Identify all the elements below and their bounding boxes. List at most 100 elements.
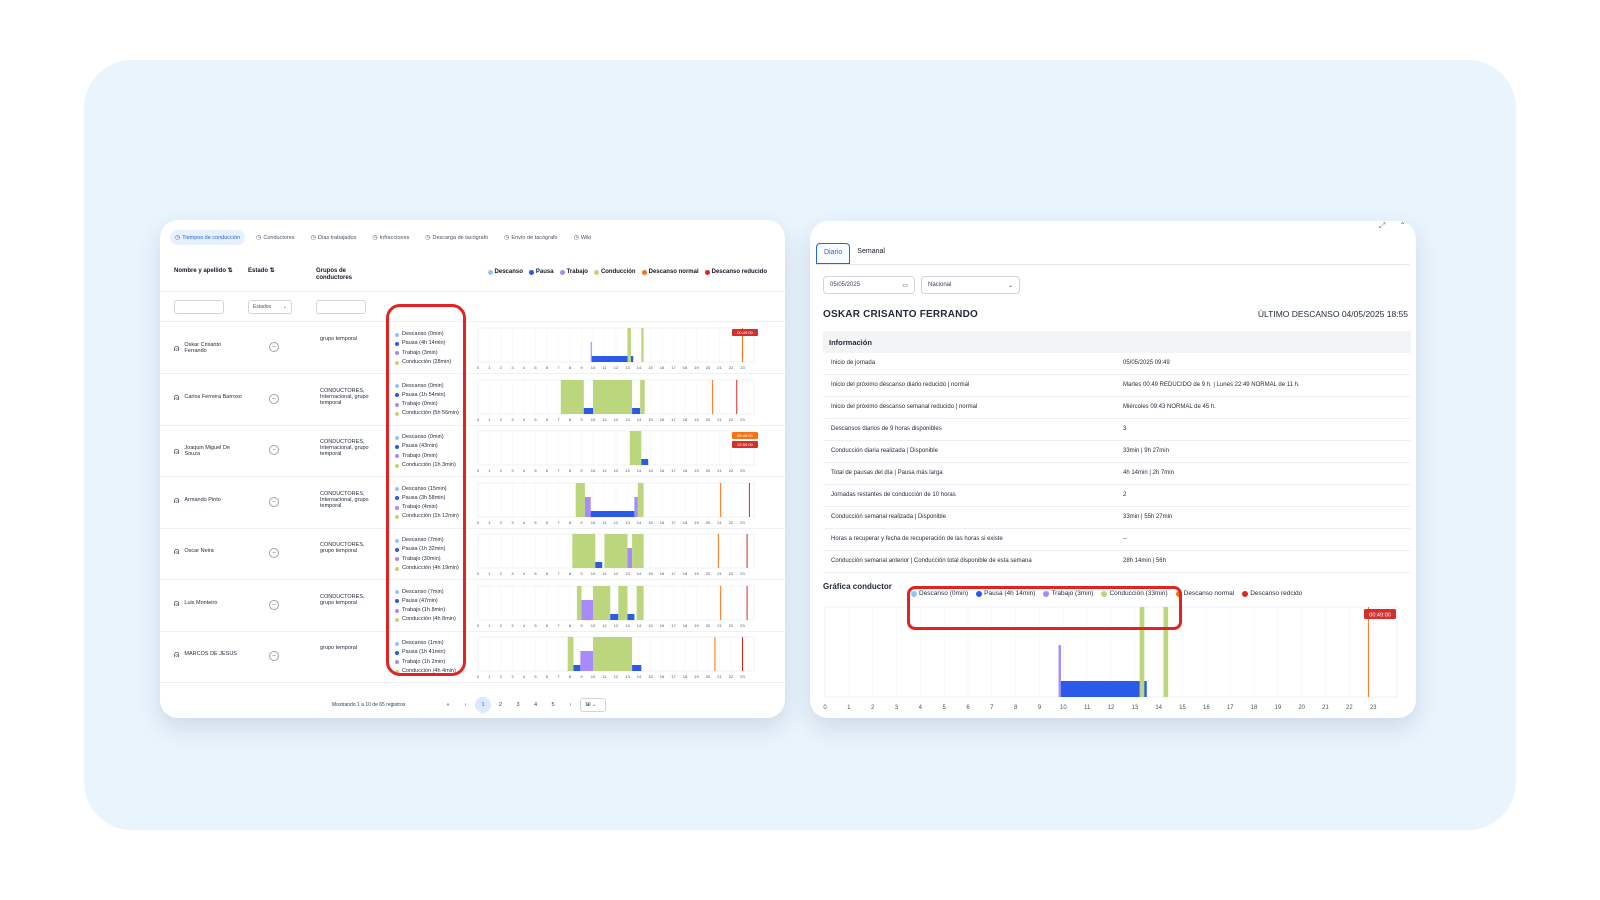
page-button[interactable]: ›	[563, 697, 579, 713]
hour-tick-label: 6	[966, 705, 970, 711]
info-key: Total de pausas del día | Pausa más larg…	[831, 470, 943, 476]
hour-tick-label: 14	[637, 417, 642, 422]
hour-tick-label: 10	[591, 365, 596, 370]
driver-cell: ⍝ Oscar Neira	[174, 546, 244, 556]
page-button[interactable]: 4	[528, 697, 544, 713]
activity-bar-pausa	[632, 665, 642, 671]
hour-tick-label: 16	[660, 468, 665, 473]
info-key: Descansos diarios de 9 horas disponibles	[831, 426, 942, 432]
table-row[interactable]: ⍝ Oscar Neira – CONDUCTORES, grupo temporal…	[160, 528, 785, 580]
tab-semanal[interactable]: Semanal	[850, 243, 892, 264]
hour-tick-label: 2	[500, 365, 503, 370]
activity-bar-pausa	[591, 356, 634, 362]
legend-item-descanso-normal: Descanso normal	[641, 269, 699, 275]
mini-activity-chart: 0 1 2 3 4 5 6 7 8 9 10 11 12 13 14 15 16 17 18 19 20 21 22 2306…	[477, 430, 758, 473]
table-row[interactable]: ⍝ Carlos Ferreira Barroso – CONDUCTORES, In…	[160, 374, 785, 426]
tab-wiki[interactable]: ◷ Wiki	[569, 230, 597, 245]
info-row: Conducción semanal anterior | Conducción…	[823, 551, 1411, 573]
hour-tick-label: 7	[557, 520, 560, 525]
table-row[interactable]: ⍝ Oskar Crisanto Ferrando – grupo temporal D…	[160, 322, 785, 374]
hour-tick-label: 11	[602, 571, 607, 576]
hour-tick-label: 10	[591, 571, 596, 576]
hour-tick-label: 3	[511, 365, 514, 370]
page-size-select[interactable]: 10 ⌄	[580, 698, 606, 712]
table-row[interactable]: ⍝ Joaquin Miguel De Souza – CONDUCTORES, In…	[160, 425, 785, 477]
legend-dot	[559, 269, 565, 275]
legend-label: Pausa	[535, 269, 554, 275]
hour-tick-label: 17	[671, 520, 676, 525]
hour-tick-label: 5	[534, 571, 537, 576]
activity-bar-conduccion	[636, 585, 644, 620]
hour-tick-label: 20	[1298, 705, 1305, 711]
activity-bar-pausa	[641, 459, 649, 465]
legend-item-pausa: Pausa	[528, 269, 554, 275]
page-button[interactable]: 3	[510, 697, 526, 713]
expand-icon[interactable]: ⤢	[1379, 221, 1385, 231]
info-row: Inicio del próximo descanso semanal redu…	[823, 397, 1411, 419]
hour-tick-label: 8	[569, 571, 572, 576]
page-button[interactable]: ‹	[458, 697, 474, 713]
hour-tick-label: 6	[546, 417, 549, 422]
col-name-header[interactable]: Nombre y apellido ⇅	[174, 268, 233, 275]
col-estado-header[interactable]: Estado ⇅	[248, 268, 275, 275]
hour-tick-label: 19	[694, 365, 699, 370]
info-row: Jornadas restantes de conducción de 10 h…	[823, 485, 1411, 507]
date-field[interactable]: 05/05/2025 ▭	[823, 276, 915, 294]
activity-bar-trabajo	[627, 548, 633, 568]
info-value: 2	[1123, 492, 1127, 498]
legend-dot	[641, 269, 647, 275]
tab-infracciones[interactable]: ◷ Infracciones	[367, 230, 414, 245]
table-row[interactable]: ⍝ Armando Pinto – CONDUCTORES, Internaciona…	[160, 477, 785, 529]
legend-dot	[487, 269, 493, 275]
table-row[interactable]: ⍝ Luis Monteiro – CONDUCTORES, grupo tempor…	[160, 580, 785, 632]
activity-bar-trabajo	[584, 496, 591, 517]
hour-tick-label: 19	[694, 571, 699, 576]
hour-tick-label: 8	[569, 417, 572, 422]
page-button[interactable]: 2	[493, 697, 509, 713]
activity-bar-conduccion	[572, 534, 596, 568]
hour-tick-label: 9	[580, 365, 583, 370]
hour-tick-label: 23	[1370, 705, 1377, 711]
hour-tick-label: 8	[569, 520, 572, 525]
tab-tiempos-de-conduccion[interactable]: ◷ Tiempos de conducción	[170, 230, 246, 245]
tab-conductores[interactable]: ◷ Conductores	[251, 230, 299, 245]
page-size-value: 10	[585, 702, 591, 708]
legend-item-conduccion: Conducción	[593, 269, 636, 275]
tab-dias-trabajados[interactable]: ◷ Días trabajados	[306, 230, 362, 245]
tab-envio-de-tacografo[interactable]: ◷ Envío de tacógrafo	[499, 230, 562, 245]
page-button[interactable]: «	[440, 697, 456, 713]
collapse-icon[interactable]: ⌃	[1399, 221, 1406, 231]
hour-tick-label: 6	[546, 674, 549, 679]
hour-tick-label: 7	[990, 705, 994, 711]
info-row: Descansos diarios de 9 horas disponibles…	[823, 419, 1411, 441]
estado-filter-select[interactable]: Estados ⌄	[248, 300, 292, 314]
hour-tick-label: 4	[523, 468, 526, 473]
hour-tick-label: 20	[706, 623, 711, 628]
hour-tick-label: 23	[740, 571, 745, 576]
hour-tick-label: 5	[534, 417, 537, 422]
legend-highlight-box	[907, 586, 1182, 630]
activity-bar-trabajo	[634, 496, 638, 517]
hour-tick-label: 17	[1227, 705, 1234, 711]
estado-filter-value: Estados	[253, 304, 272, 310]
table-row[interactable]: ⍝ MARCOS DE JESUS – grupo temporal Descanso …	[160, 631, 785, 683]
page-button[interactable]: 1	[475, 697, 491, 713]
hour-tick-label: 14	[637, 520, 642, 525]
grupo-filter-input[interactable]	[316, 300, 366, 314]
tab-label: Días trabajados	[317, 234, 357, 241]
hour-tick-label: 14	[637, 571, 642, 576]
hour-tick-label: 17	[671, 417, 676, 422]
tab-diario[interactable]: Diario	[816, 243, 851, 264]
user-icon: ⍝	[174, 546, 180, 556]
legend-label: Trabajo	[566, 269, 588, 275]
info-row: Total de pausas del día | Pausa más larg…	[823, 463, 1411, 485]
region-select[interactable]: Nacional ⌄	[921, 276, 1020, 294]
status-icon: –	[269, 651, 279, 661]
name-filter-input[interactable]	[174, 300, 224, 314]
tab-descarga-de-tacografo[interactable]: ◷ Descarga de tacógrafo	[420, 230, 493, 245]
page-button[interactable]: 5	[545, 697, 561, 713]
mini-activity-chart: 0 1 2 3 4 5 6 7 8 9 10 11 12 13 14 15 16 17 18 19 20 21 22 23	[477, 379, 755, 422]
activity-bar-pausa	[1060, 681, 1147, 697]
activity-bar-conduccion	[627, 328, 631, 362]
hour-tick-label: 1	[488, 571, 491, 576]
